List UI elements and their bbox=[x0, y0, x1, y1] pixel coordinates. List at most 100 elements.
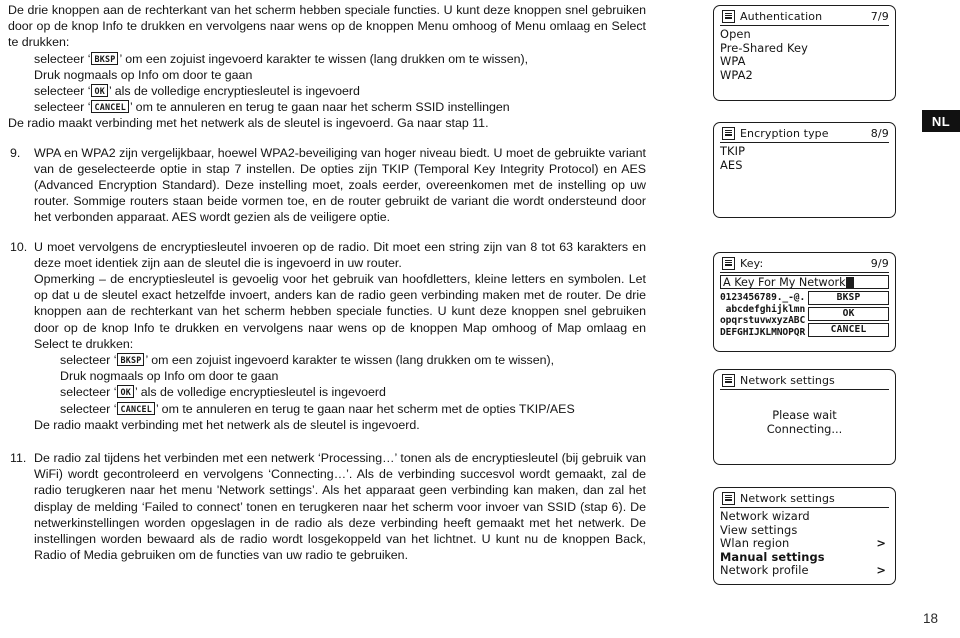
chevron-right-icon: > bbox=[876, 536, 886, 551]
intro-ok-pre: selecteer ‘ bbox=[34, 84, 91, 99]
s10-bksp-pre: selecteer ‘ bbox=[60, 353, 117, 368]
step-10-bksp-line2: Druk nogmaals op Info om door te gaan bbox=[60, 369, 279, 384]
list-item-label: AES bbox=[720, 157, 743, 172]
list-item-label: Open bbox=[720, 27, 751, 41]
step-11: 11. De radio zal tijdens het verbinden m… bbox=[8, 450, 646, 563]
menu-item-label: Network wizard bbox=[720, 509, 810, 523]
s10-bksp-post: ’ om een zojuist ingevoerd karakter te w… bbox=[145, 353, 555, 368]
list-item[interactable]: WPA bbox=[720, 55, 889, 69]
step-10-bullet-cancel: selecteer ‘CANCEL’ om te annuleren en te… bbox=[34, 401, 646, 417]
intro-line1: De drie knoppen aan de rechterkant van h… bbox=[8, 3, 646, 50]
ok-keycap: OK bbox=[117, 385, 134, 399]
list-item-label: WPA bbox=[720, 54, 746, 69]
lcd-panel-key-entry: Key: 9/9 A Key For My Network 0123456789… bbox=[713, 252, 896, 352]
panel-header: Key: 9/9 bbox=[720, 257, 889, 273]
panel-title: Network settings bbox=[740, 374, 835, 387]
menu-item-label: Network profile bbox=[720, 563, 809, 578]
panel-title: Key: bbox=[740, 257, 764, 270]
step-9: 9. WPA en WPA2 zijn vergelijkbaar, hoewe… bbox=[8, 145, 646, 226]
s10-cancel-pre: selecteer ‘ bbox=[60, 401, 117, 416]
panel-header: Network settings bbox=[720, 374, 889, 390]
s10-ok-pre: selecteer ‘ bbox=[60, 385, 117, 400]
character-map[interactable]: 0123456789._-@. abcdefghijklmn opqrstuvwx… bbox=[720, 291, 805, 338]
lcd-panel-authentication: Authentication 7/9 Open Pre-Shared Key W… bbox=[713, 5, 896, 101]
panel-title: Encryption type bbox=[740, 127, 829, 140]
menu-list-icon bbox=[722, 127, 735, 140]
panel-step-count: 7/9 bbox=[870, 10, 889, 23]
intro-closing: De radio maakt verbinding met het netwer… bbox=[8, 116, 489, 131]
list-item[interactable]: Pre-Shared Key bbox=[720, 40, 889, 56]
charmap-row[interactable]: opqrstuvwxyzABC bbox=[720, 315, 805, 327]
chevron-right-icon bbox=[886, 510, 889, 524]
s10-cancel-post: ’ om te annuleren en terug te gaan naar … bbox=[155, 401, 575, 416]
intro-bullet-cancel: selecteer ‘CANCEL’ om te annuleren en te… bbox=[8, 99, 646, 115]
list-item[interactable]: TKIP bbox=[720, 144, 889, 159]
list-item[interactable]: WPA2 bbox=[720, 67, 889, 83]
menu-list-icon bbox=[722, 10, 735, 23]
chevron-right-icon: > bbox=[876, 563, 886, 578]
ok-button[interactable]: OK bbox=[808, 307, 889, 321]
intro-cancel-pre: selecteer ‘ bbox=[34, 100, 91, 115]
ok-keycap: OK bbox=[91, 84, 108, 98]
intro-bullet-bksp: selecteer ‘BKSP’ om een zojuist ingevoer… bbox=[8, 51, 646, 67]
menu-list-icon bbox=[722, 374, 735, 387]
step-10-closing: De radio maakt verbinding met het netwer… bbox=[34, 417, 420, 432]
panel-step-count: 8/9 bbox=[870, 127, 889, 140]
lcd-panel-connecting: Network settings Please wait Connecting.… bbox=[713, 369, 896, 465]
panel-step-count: 9/9 bbox=[870, 257, 889, 270]
language-tab-nl: NL bbox=[922, 110, 960, 132]
page-number: 18 bbox=[922, 611, 938, 626]
intro-bksp-post: ’ om een zojuist ingevoerd karakter te w… bbox=[119, 51, 529, 66]
menu-item-label: Manual settings bbox=[720, 549, 825, 564]
menu-list-icon bbox=[722, 492, 735, 505]
step-10-para2: Opmerking – de encryptiesleutel is gevoe… bbox=[34, 272, 646, 351]
list-item-label: WPA2 bbox=[720, 67, 753, 82]
panel-header: Network settings bbox=[720, 492, 889, 508]
intro-ok-post: ’ als de volledige encryptiesleutel is i… bbox=[108, 84, 360, 99]
text-cursor bbox=[845, 276, 854, 288]
chevron-right-icon bbox=[886, 524, 889, 538]
step-9-number: 9. bbox=[10, 145, 21, 160]
menu-item-label: View settings bbox=[720, 522, 798, 537]
step-11-number: 11. bbox=[10, 451, 27, 466]
menu-list-icon bbox=[722, 257, 735, 270]
step-10-bullet-bksp: selecteer ‘BKSP’ om een zojuist ingevoer… bbox=[34, 352, 646, 368]
s10-ok-post: ’ als de volledige encryptiesleutel is i… bbox=[134, 385, 386, 400]
panel-title: Network settings bbox=[740, 492, 835, 505]
list-item-label: Pre-Shared Key bbox=[720, 40, 808, 55]
bksp-button[interactable]: BKSP bbox=[808, 291, 889, 305]
step-10-body: U moet vervolgens de encryptiesleutel in… bbox=[34, 239, 646, 433]
cancel-keycap: CANCEL bbox=[117, 401, 155, 415]
menu-item-network-profile[interactable]: Network profile > bbox=[720, 564, 889, 578]
menu-item-network-wizard[interactable]: Network wizard bbox=[720, 509, 889, 524]
charmap-row[interactable]: abcdefghijklmn bbox=[720, 304, 806, 316]
lcd-panel-encryption-type: Encryption type 8/9 TKIP AES bbox=[713, 122, 896, 218]
panel-title: Authentication bbox=[740, 10, 823, 23]
charmap-row[interactable]: 0123456789._-@. bbox=[720, 292, 805, 304]
key-action-buttons: BKSP OK CANCEL bbox=[808, 291, 889, 338]
manual-text-column: De drie knoppen aan de rechterkant van h… bbox=[0, 0, 660, 638]
step-9-body: WPA en WPA2 zijn vergelijkbaar, hoewel W… bbox=[34, 145, 646, 225]
charmap-row[interactable]: DEFGHIJKLMNOPQR bbox=[720, 327, 805, 339]
step-11-body: De radio zal tijdens het verbinden met e… bbox=[34, 451, 646, 563]
list-item[interactable]: AES bbox=[720, 157, 889, 173]
list-item-label: TKIP bbox=[720, 144, 746, 158]
chevron-right-icon bbox=[886, 551, 889, 565]
bksp-keycap: BKSP bbox=[117, 353, 145, 367]
list-item[interactable]: Open bbox=[720, 27, 889, 42]
intro-bullet-ok: selecteer ‘OK’ als de volledige encrypti… bbox=[8, 83, 646, 99]
menu-item-manual-settings[interactable]: Manual settings bbox=[720, 549, 889, 565]
key-input-field[interactable]: A Key For My Network bbox=[720, 275, 889, 289]
key-entry-body: 0123456789._-@. abcdefghijklmn opqrstuvwx… bbox=[720, 291, 889, 338]
menu-item-wlan-region[interactable]: Wlan region > bbox=[720, 537, 889, 551]
step-10-para1: U moet vervolgens de encryptiesleutel in… bbox=[34, 239, 646, 270]
panel-header: Authentication 7/9 bbox=[720, 10, 889, 26]
step-10-bullet-ok: selecteer ‘OK’ als de volledige encrypti… bbox=[34, 384, 646, 400]
menu-item-label: Wlan region bbox=[720, 536, 790, 551]
panel-header: Encryption type 8/9 bbox=[720, 127, 889, 143]
cancel-button[interactable]: CANCEL bbox=[808, 323, 889, 337]
menu-item-view-settings[interactable]: View settings bbox=[720, 522, 889, 538]
status-line-2: Connecting... bbox=[766, 422, 843, 436]
step-10-number: 10. bbox=[10, 239, 28, 254]
intro-cancel-post: ’ om te annuleren en terug te gaan naar … bbox=[129, 100, 510, 115]
